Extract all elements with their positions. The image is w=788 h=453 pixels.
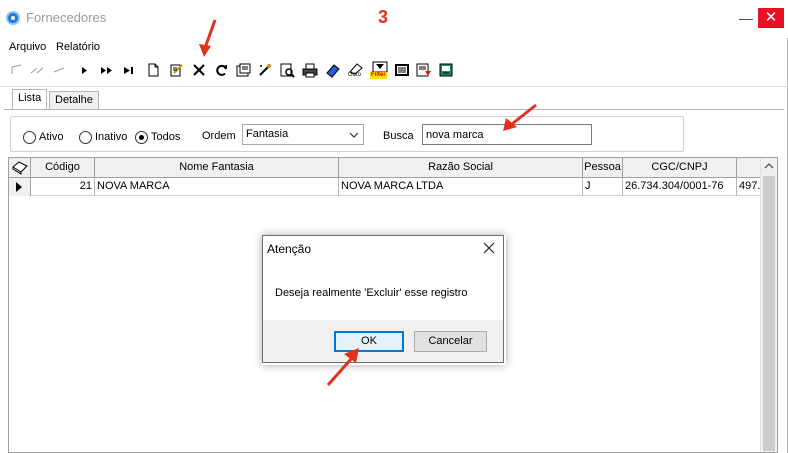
cell-extra[interactable]: 497.0 xyxy=(737,178,761,196)
confirm-dialog: Atenção Deseja realmente 'Excluir' esse … xyxy=(262,235,504,363)
window-title: Fornecedores xyxy=(26,10,107,25)
column-header-pessoa[interactable]: Pessoa xyxy=(583,158,623,178)
radio-todos-circle[interactable] xyxy=(135,131,148,144)
menu-arquivo[interactable]: Arquivo xyxy=(9,41,46,53)
table-row[interactable]: 21 NOVA MARCA NOVA MARCA LTDA J 26.734.3… xyxy=(9,178,761,196)
column-header-razao-social[interactable]: Razão Social xyxy=(339,158,583,178)
cell-razao-social[interactable]: NOVA MARCA LTDA xyxy=(339,178,583,196)
fast-forward-icon[interactable] xyxy=(98,61,116,79)
annotation-arrow-search-icon xyxy=(503,103,537,131)
dialog-footer: OK Cancelar xyxy=(263,320,503,362)
new-record-icon[interactable] xyxy=(144,61,162,79)
radio-todos-label: Todos xyxy=(151,131,181,143)
annotation-arrow-ok-icon xyxy=(326,348,359,386)
cell-pessoa[interactable]: J xyxy=(583,178,623,196)
properties-icon[interactable] xyxy=(234,61,252,79)
book-icon[interactable] xyxy=(9,158,31,178)
dialog-message: Deseja realmente 'Excluir' esse registro xyxy=(275,287,468,299)
tab-lista[interactable]: Lista xyxy=(12,89,48,110)
tools-icon[interactable] xyxy=(256,61,274,79)
refresh-icon[interactable] xyxy=(213,61,231,79)
print-icon[interactable] xyxy=(301,61,319,79)
row-indicator-icon xyxy=(9,178,31,196)
fornecedores-window: Fornecedores 3 — ✕ Arquivo Relatório Got… xyxy=(0,0,788,453)
ordem-value: Fantasia xyxy=(246,128,289,140)
edit-record-icon[interactable] xyxy=(167,61,185,79)
scrollbar-thumb[interactable] xyxy=(763,176,775,451)
cancel-button[interactable]: Cancelar xyxy=(414,331,487,352)
close-window-button[interactable]: ✕ xyxy=(758,8,784,28)
annotation-arrow-delete-icon xyxy=(199,19,217,57)
prior-record-icon[interactable] xyxy=(28,61,46,79)
app-icon xyxy=(6,11,20,25)
toolbar-separator xyxy=(0,86,788,87)
step-number-annotation: 3 xyxy=(378,7,389,27)
ordem-label: Ordem xyxy=(202,130,236,142)
column-header-nome-fantasia[interactable]: Nome Fantasia xyxy=(95,158,339,178)
radio-inativo-label: Inativo xyxy=(95,131,128,143)
first-record-icon[interactable] xyxy=(8,61,26,79)
minimize-button[interactable]: — xyxy=(738,10,754,26)
radio-ativo-label: Ativo xyxy=(39,131,64,143)
busca-label: Busca xyxy=(383,130,414,142)
radio-ativo-circle[interactable] xyxy=(23,131,36,144)
next-record-icon[interactable] xyxy=(76,61,94,79)
delete-record-icon[interactable] xyxy=(190,61,208,79)
exit-icon[interactable] xyxy=(437,61,455,79)
preview-icon[interactable] xyxy=(278,61,296,79)
export-icon[interactable] xyxy=(393,61,411,79)
last-record-icon[interactable] xyxy=(120,61,138,79)
grid-header: Código Nome Fantasia Razão Social Pessoa… xyxy=(9,158,761,178)
column-header-codigo[interactable]: Código xyxy=(31,158,95,178)
dialog-title: Atenção xyxy=(267,242,312,256)
tab-panel-border xyxy=(4,109,784,110)
menu-bar: Arquivo Relatório xyxy=(0,39,788,57)
filter-label: Filter xyxy=(370,72,387,79)
dialog-close-icon[interactable] xyxy=(479,238,499,258)
scroll-up-icon[interactable] xyxy=(764,162,774,173)
menu-relatorio[interactable]: Relatório xyxy=(56,41,100,53)
report-icon[interactable] xyxy=(415,61,433,79)
title-bar: Fornecedores 3 — ✕ xyxy=(0,0,788,38)
toolbar: Goto Filter xyxy=(4,59,474,81)
filter-icon[interactable]: Filter xyxy=(370,61,390,79)
chevron-down-icon xyxy=(349,125,359,151)
prior-disabled-icon[interactable] xyxy=(50,61,68,79)
eraser-icon[interactable] xyxy=(324,61,342,79)
cell-nome-fantasia[interactable]: NOVA MARCA xyxy=(95,178,339,196)
goto-label: Goto xyxy=(348,72,362,78)
vertical-scrollbar[interactable] xyxy=(760,158,777,452)
ordem-select[interactable]: Fantasia xyxy=(242,124,364,145)
cell-codigo[interactable]: 21 xyxy=(31,178,95,196)
tab-detalhe[interactable]: Detalhe xyxy=(49,91,99,109)
radio-inativo-circle[interactable] xyxy=(79,131,92,144)
goto-icon[interactable]: Goto xyxy=(347,61,367,79)
cell-cnpj[interactable]: 26.734.304/0001-76 xyxy=(623,178,737,196)
column-header-cgc-cnpj[interactable]: CGC/CNPJ xyxy=(623,158,737,178)
column-header-extra[interactable] xyxy=(737,158,761,178)
